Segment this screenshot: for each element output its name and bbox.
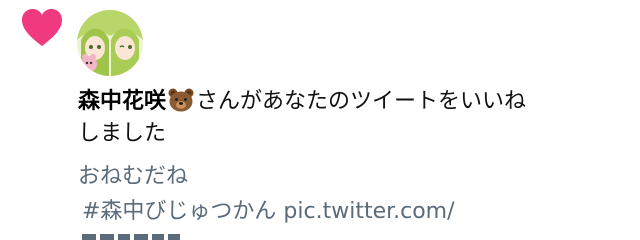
avatar[interactable] [77,10,143,76]
user-name[interactable]: 森中花咲 [78,89,166,114]
like-notification[interactable]: 森中花咲 さんがあなたのツイートをいいね しました おねむだね #森中びじゅつか… [0,0,640,240]
action-text: さんがあなたのツイートをいいね [196,89,527,114]
tweet-text-truncated [82,230,192,240]
action-text-continued: しました [78,121,167,146]
heart-icon [22,9,62,46]
tweet-text-hashtag-link[interactable]: #森中びじゅつかん pic.twitter.com/ [82,197,455,227]
avatar-image [77,10,143,76]
notification-text: 森中花咲 さんがあなたのツイートをいいね しました [78,86,618,150]
tweet-text: おねむだね [78,164,189,189]
bear-icon [168,88,194,112]
